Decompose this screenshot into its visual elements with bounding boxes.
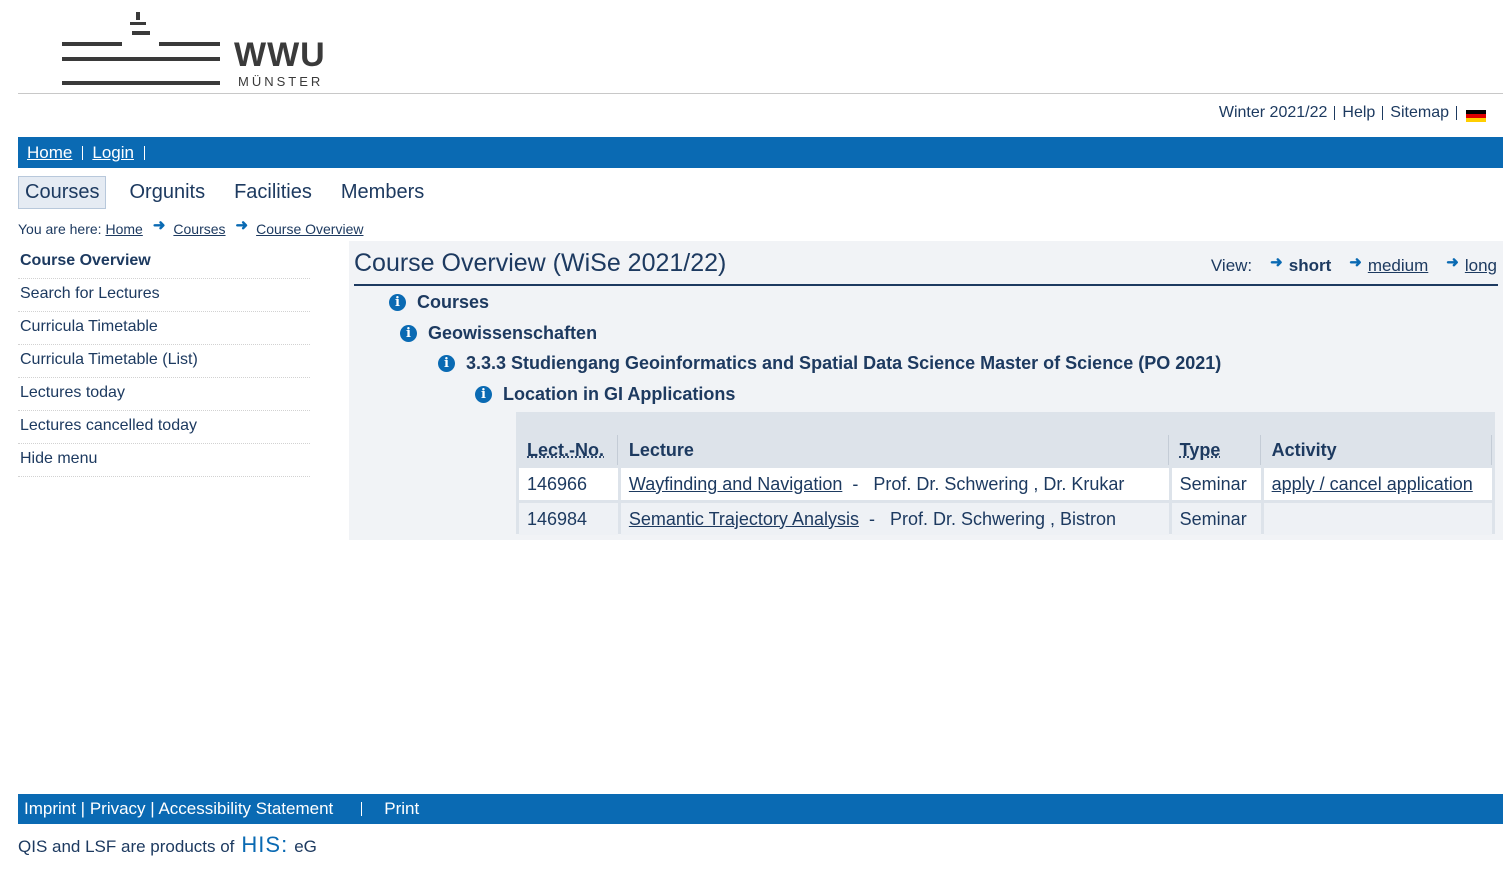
column-header-lect-no[interactable]: Lect.-No. [519,435,618,465]
separator [361,802,363,816]
lecture-cell: Wayfinding and Navigation - Prof. Dr. Sc… [620,468,1169,500]
lecture-table: Lect.-No. Lecture Type Activity 146966 W… [516,432,1495,538]
menu-item-curricula-timetable[interactable]: Curricula Timetable [18,312,310,345]
main-content: Course Overview (WiSe 2021/22) View: ➜ s… [349,241,1503,540]
separator [143,145,145,160]
arrow-right-icon: ➜ [1349,254,1362,271]
table-row: 146966 Wayfinding and Navigation - Prof.… [519,468,1492,500]
lecture-type: Seminar [1171,503,1261,535]
menu-item-lectures-cancelled[interactable]: Lectures cancelled today [18,411,310,444]
tab-facilities[interactable]: Facilities [228,177,318,208]
tree-label[interactable]: Geowissenschaften [428,323,597,344]
column-header-activity: Activity [1263,435,1492,465]
arrow-right-icon: ➜ [1270,254,1283,271]
separator [1334,106,1336,120]
view-long-link[interactable]: long [1465,256,1497,276]
tree-label[interactable]: Location in GI Applications [503,384,735,405]
lecture-type: Seminar [1171,468,1261,500]
menu-item-search-lectures[interactable]: Search for Lectures [18,279,310,312]
breadcrumb-course-overview[interactable]: Course Overview [256,221,363,237]
info-icon[interactable]: i [475,386,492,403]
main-navbar: Home Login [18,137,1503,168]
section-tabs: Courses Orgunits Facilities Members [18,174,447,210]
apply-cancel-link[interactable]: apply / cancel application [1272,474,1473,494]
lecture-title-link[interactable]: Semantic Trajectory Analysis [629,509,859,529]
help-link[interactable]: Help [1342,104,1375,122]
tree-node-geowissenschaften: i Geowissenschaften [400,323,597,344]
footer-links[interactable]: Imprint | Privacy | Accessibility Statem… [24,799,333,819]
credits: QIS and LSF are products of HIS: eG [18,832,317,860]
nav-login-link[interactable]: Login [92,143,134,163]
title-divider [354,284,1498,286]
activity-cell: apply / cancel application [1263,468,1492,500]
lecture-table-container: Lect.-No. Lecture Type Activity 146966 W… [516,412,1495,535]
lecture-number: 146966 [519,468,618,500]
menu-item-curricula-timetable-list[interactable]: Curricula Timetable (List) [18,345,310,378]
view-medium-link[interactable]: medium [1368,256,1428,276]
side-menu: Course Overview Search for Lectures Curr… [18,246,310,477]
lecturers: Prof. Dr. Schwering , Dr. Krukar [873,473,1125,494]
logo-mark [62,57,220,61]
tab-members[interactable]: Members [335,177,430,208]
lecturers: Prof. Dr. Schwering , Bistron [889,508,1117,529]
breadcrumb-courses[interactable]: Courses [173,221,225,237]
separator [1456,106,1457,120]
view-switcher: View: ➜ short ➜ medium ➜ long [1210,254,1497,276]
sitemap-link[interactable]: Sitemap [1390,104,1449,122]
logo-mark [132,31,150,35]
page-title: Course Overview (WiSe 2021/22) [354,249,727,277]
top-links: Winter 2021/22 Help Sitemap [1219,104,1486,122]
credits-suffix: eG [294,837,317,856]
arrow-right-icon: ➜ [1446,254,1459,271]
logo-mark [62,42,122,46]
breadcrumb: You are here: Home ➜ Courses ➜ Course Ov… [18,217,363,238]
arrow-right-icon: ➜ [152,217,166,234]
separator [1382,106,1384,120]
menu-item-lectures-today[interactable]: Lectures today [18,378,310,411]
info-icon[interactable]: i [438,355,455,372]
logo-mark [62,81,220,85]
menu-item-hide-menu[interactable]: Hide menu [18,444,310,477]
credits-prefix: QIS and LSF are products of [18,837,235,856]
activity-cell [1263,503,1492,535]
lecture-title-link[interactable]: Wayfinding and Navigation [629,474,842,494]
nav-home-link[interactable]: Home [27,143,72,163]
column-header-lecture: Lecture [620,435,1169,465]
logo-city: MÜNSTER [238,74,324,89]
logo-mark [159,42,220,46]
tab-courses[interactable]: Courses [18,175,107,209]
table-row: 146984 Semantic Trajectory Analysis - Pr… [519,503,1492,535]
logo-mark [130,22,146,25]
logo-mark [136,12,140,20]
tree-node-courses: i Courses [389,292,489,313]
view-short: short [1288,256,1332,275]
german-flag-icon[interactable] [1466,110,1486,122]
tree-label[interactable]: Courses [417,292,489,313]
tree-node-location-gi: i Location in GI Applications [475,384,735,405]
print-link[interactable]: Print [384,799,419,819]
tree-node-studiengang: i 3.3.3 Studiengang Geoinformatics and S… [438,353,1221,374]
info-icon[interactable]: i [400,325,417,342]
header-divider [18,93,1503,94]
semester-link[interactable]: Winter 2021/22 [1219,104,1328,122]
his-logo[interactable]: HIS: [241,832,288,858]
table-header-row: Lect.-No. Lecture Type Activity [519,435,1492,465]
separator [82,145,84,160]
footer-bar: Imprint | Privacy | Accessibility Statem… [18,794,1503,824]
breadcrumb-prefix: You are here: [18,221,102,237]
breadcrumb-home[interactable]: Home [105,221,142,237]
view-label: View: [1210,256,1253,275]
lecture-number: 146984 [519,503,618,535]
lecture-cell: Semantic Trajectory Analysis - Prof. Dr.… [620,503,1169,535]
column-header-type[interactable]: Type [1171,435,1261,465]
info-icon[interactable]: i [389,294,406,311]
logo-wordmark: WWU [234,36,326,74]
menu-item-course-overview[interactable]: Course Overview [18,246,310,279]
tree-label[interactable]: 3.3.3 Studiengang Geoinformatics and Spa… [466,353,1221,374]
tab-orgunits[interactable]: Orgunits [123,177,211,208]
wwu-logo[interactable]: WWU MÜNSTER [62,12,332,90]
arrow-right-icon: ➜ [235,217,249,234]
